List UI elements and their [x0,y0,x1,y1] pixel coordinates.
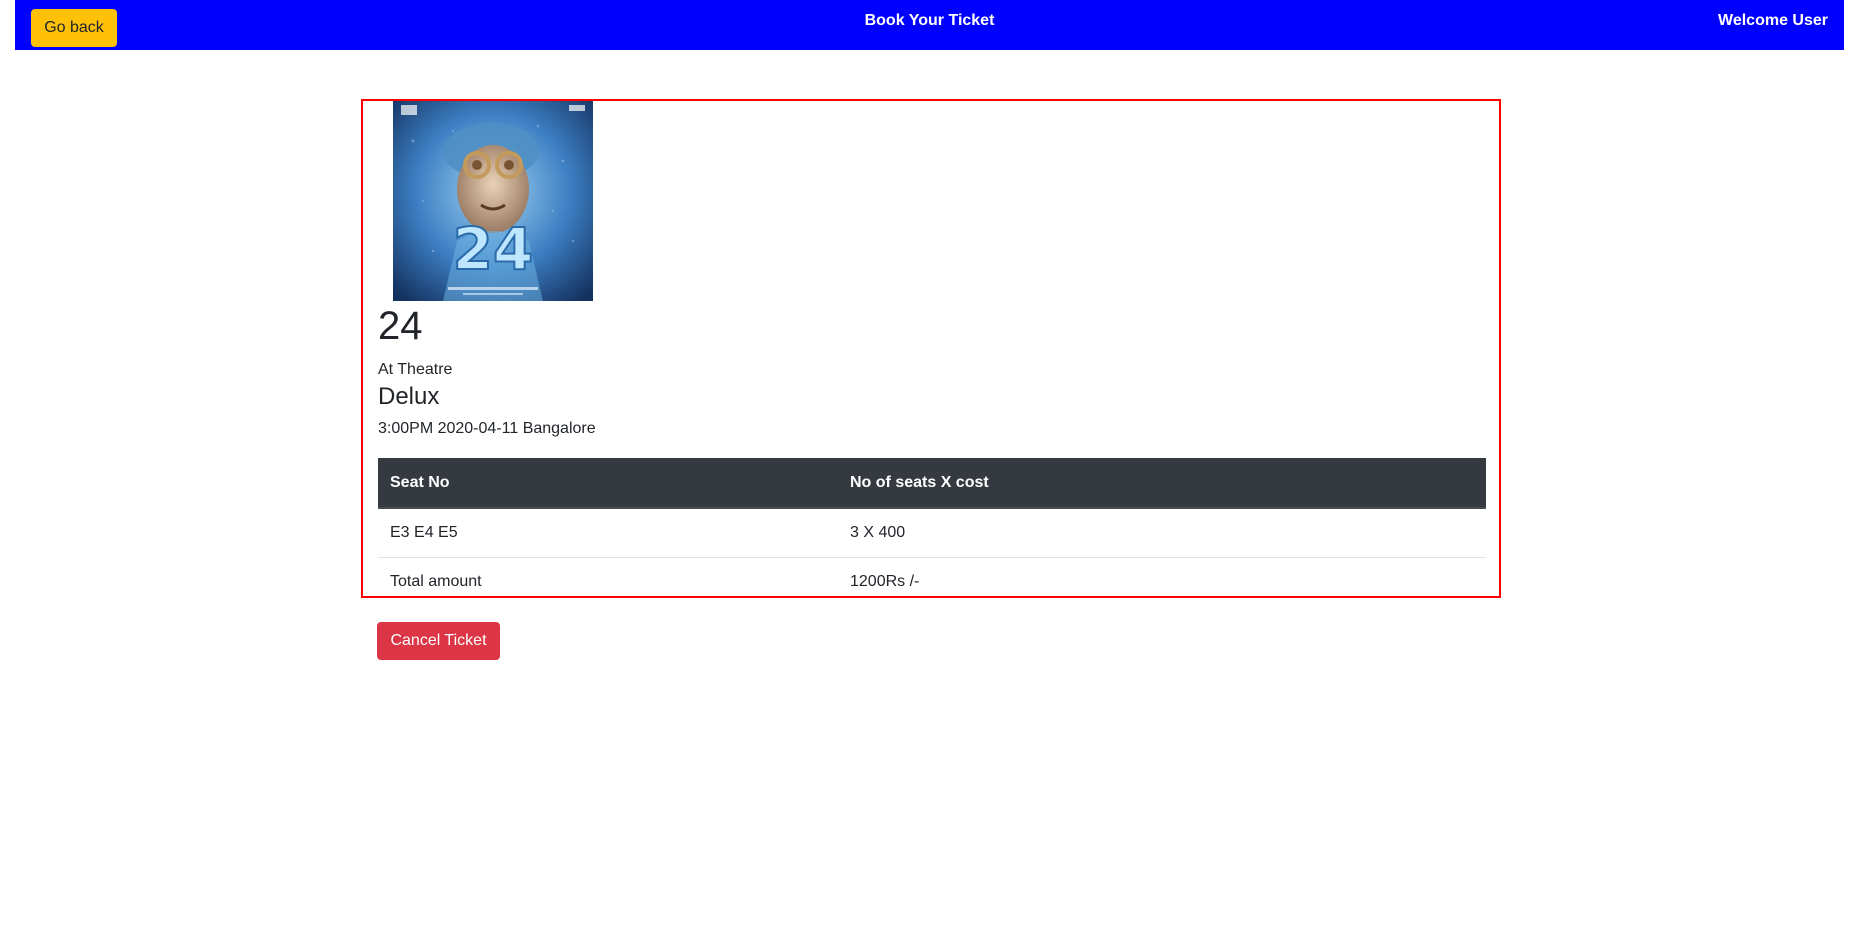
movie-title: 24 [378,304,423,348]
cancel-ticket-button[interactable]: Cancel Ticket [377,622,500,660]
table-row: Total amount 1200Rs /- [378,556,1486,596]
page-title: Book Your Ticket [864,12,995,29]
show-details: 3:00PM 2020-04-11 Bangalore [378,420,596,437]
table-header-row: Seat No No of seats X cost [378,458,1486,509]
theatre-name: Delux [378,383,440,410]
seats-cost-cell: 3 X 400 [838,507,1486,557]
top-navbar: Go back Book Your Ticket Welcome User [15,0,1844,50]
table-row: E3 E4 E5 3 X 400 [378,507,1486,557]
seat-numbers-cell: E3 E4 E5 [378,507,838,557]
header-seats-x-cost: No of seats X cost [838,458,1486,509]
svg-text:24: 24 [453,215,534,283]
movie-poster-image: 24 [393,101,593,301]
total-amount-value-cell: 1200Rs /- [838,556,1486,596]
ticket-card: 24 24 At Theatre Delux 3:00PM 2020-04-11… [361,99,1501,598]
total-amount-label-cell: Total amount [378,556,838,596]
welcome-user-text: Welcome User [1718,12,1828,29]
at-theatre-label: At Theatre [378,361,453,378]
ticket-summary-table: Seat No No of seats X cost E3 E4 E5 3 X … [378,458,1486,596]
header-seat-no: Seat No [378,458,838,509]
